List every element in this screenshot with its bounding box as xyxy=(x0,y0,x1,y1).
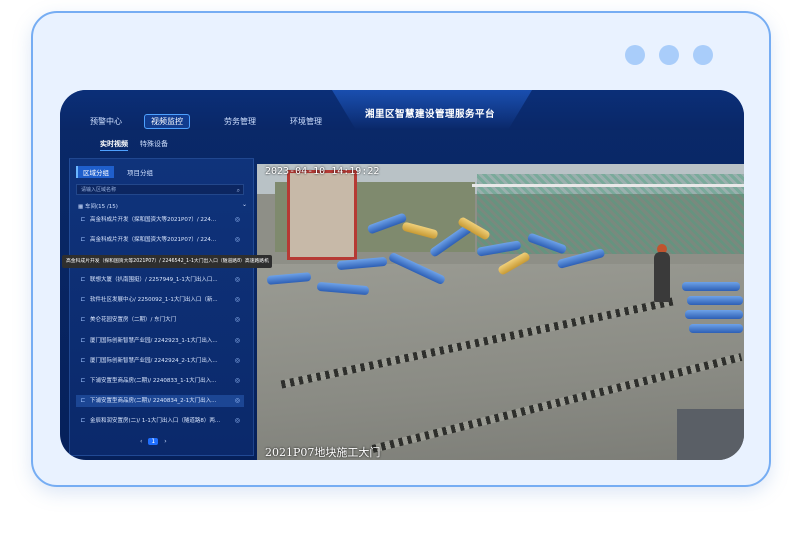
camera-icon: ⊏ xyxy=(80,216,86,223)
window-dot-3[interactable] xyxy=(693,45,713,65)
tree-root[interactable]: ▦ 车间(15 /15) xyxy=(78,202,118,210)
video-machine xyxy=(677,409,744,460)
video-roll xyxy=(685,310,743,319)
window-dot-2[interactable] xyxy=(659,45,679,65)
location-icon: ◎ xyxy=(234,296,240,303)
location-icon: ◎ xyxy=(234,236,240,243)
pagination: ‹ 1 › xyxy=(140,438,167,445)
camera-item[interactable]: ⊏ 厦门国际创新智慧产业园/ 2242923_1-1大门出入... ◎ xyxy=(76,335,244,347)
platform-title: 湘里区智慧建设管理服务平台 xyxy=(364,109,495,120)
camera-item[interactable]: ⊏ 厦门国际创新智慧产业园/ 2242924_2-1大门出入... ◎ xyxy=(76,355,244,367)
camera-icon: ⊏ xyxy=(80,236,86,243)
window-controls xyxy=(625,45,713,65)
prev-page-button[interactable]: ‹ xyxy=(140,438,142,445)
video-railing xyxy=(472,184,744,187)
nav-labor-management[interactable]: 劳务管理 xyxy=(224,116,256,127)
location-icon: ◎ xyxy=(234,417,240,424)
next-page-button[interactable]: › xyxy=(164,438,166,445)
nav-environment-management[interactable]: 环境管理 xyxy=(290,116,322,127)
video-roll xyxy=(689,324,743,333)
nav-warning-center[interactable]: 预警中心 xyxy=(90,116,122,127)
video-roll xyxy=(682,282,740,291)
item-tooltip: 高金科成片开发（探和国资大等2021P07）/ 2246542_1-1大门出入口… xyxy=(62,255,272,268)
video-floor xyxy=(257,264,744,460)
tab-project-group[interactable]: 项目分组 xyxy=(122,166,158,178)
window-dot-1[interactable] xyxy=(625,45,645,65)
location-icon: ◎ xyxy=(234,397,240,404)
search-icon[interactable]: ⌕ xyxy=(237,185,240,196)
search-input[interactable]: 请输入区域名称 ⌕ xyxy=(76,184,244,195)
tab-live-video[interactable]: 实时视频 xyxy=(100,139,128,151)
location-icon: ◎ xyxy=(234,377,240,384)
camera-icon: ⊏ xyxy=(80,417,86,424)
search-placeholder: 请输入区域名称 xyxy=(81,187,117,193)
location-icon: ◎ xyxy=(234,337,240,344)
location-icon: ◎ xyxy=(234,216,240,223)
camera-icon: ⊏ xyxy=(80,276,86,283)
location-icon: ◎ xyxy=(234,316,240,323)
camera-item[interactable]: ⊏ 下浦安置型商品房(二期)/ 2240834_2-1大门出入... ◎ xyxy=(76,395,244,407)
camera-item[interactable]: ⊏ 软件社区发展中心/ 2250092_1-1大门出入口（新... ◎ xyxy=(76,294,244,306)
camera-item[interactable]: ⊏ 下浦安置型商品房(二期)/ 2240833_1-1大门出入... ◎ xyxy=(76,375,244,387)
video-caption: 2021P07地块施工大门 xyxy=(265,446,381,459)
camera-item[interactable]: ⊏ 高金科成片开发（探和国资大等2021P07）/ 224... ◎ xyxy=(76,234,244,246)
chevron-down-icon[interactable]: ⌄ xyxy=(242,201,247,208)
location-icon: ◎ xyxy=(234,357,240,364)
camera-item[interactable]: ⊏ 高金科成片开发（探和国资大等2021P07）/ 224... ◎ xyxy=(76,214,244,226)
camera-item[interactable]: ⊏ 联想大厦（扒南围挺）/ 2257949_1-1大门出入口... ◎ xyxy=(76,274,244,286)
folder-icon: ▦ xyxy=(78,204,85,210)
camera-icon: ⊏ xyxy=(80,296,86,303)
camera-item[interactable]: ⊏ 美仑花园安置房（二期）/ 东门大门 ◎ xyxy=(76,314,244,326)
video-timestamp: 2023-04-10 14:19:22 xyxy=(265,166,380,177)
camera-icon: ⊏ xyxy=(80,397,86,404)
camera-icon: ⊏ xyxy=(80,357,86,364)
location-icon: ◎ xyxy=(234,276,240,283)
camera-sidebar: 区域分组 项目分组 请输入区域名称 ⌕ ▦ 车间(15 /15) ⌄ ⊏ 高金科成… xyxy=(69,158,254,456)
video-player[interactable]: 2023-04-10 14:19:22 2021P07地块施工大门 xyxy=(257,164,744,460)
video-roll xyxy=(687,296,743,305)
camera-icon: ⊏ xyxy=(80,316,86,323)
tab-special-equipment[interactable]: 特殊设备 xyxy=(140,139,168,149)
page-number-button[interactable]: 1 xyxy=(148,438,159,445)
app-screen: 湘里区智慧建设管理服务平台 预警中心 视频监控 劳务管理 环境管理 实时视频 特… xyxy=(60,90,744,460)
video-worker xyxy=(654,252,670,302)
video-shed xyxy=(287,170,357,260)
nav-video-monitor[interactable]: 视频监控 xyxy=(144,114,190,129)
camera-icon: ⊏ xyxy=(80,337,86,344)
tab-area-group[interactable]: 区域分组 xyxy=(76,166,114,178)
camera-icon: ⊏ xyxy=(80,377,86,384)
camera-item[interactable]: ⊏ 金辰和润安置房(二)/ 1-1大门出入口（隧道路8）两... ◎ xyxy=(76,415,244,427)
